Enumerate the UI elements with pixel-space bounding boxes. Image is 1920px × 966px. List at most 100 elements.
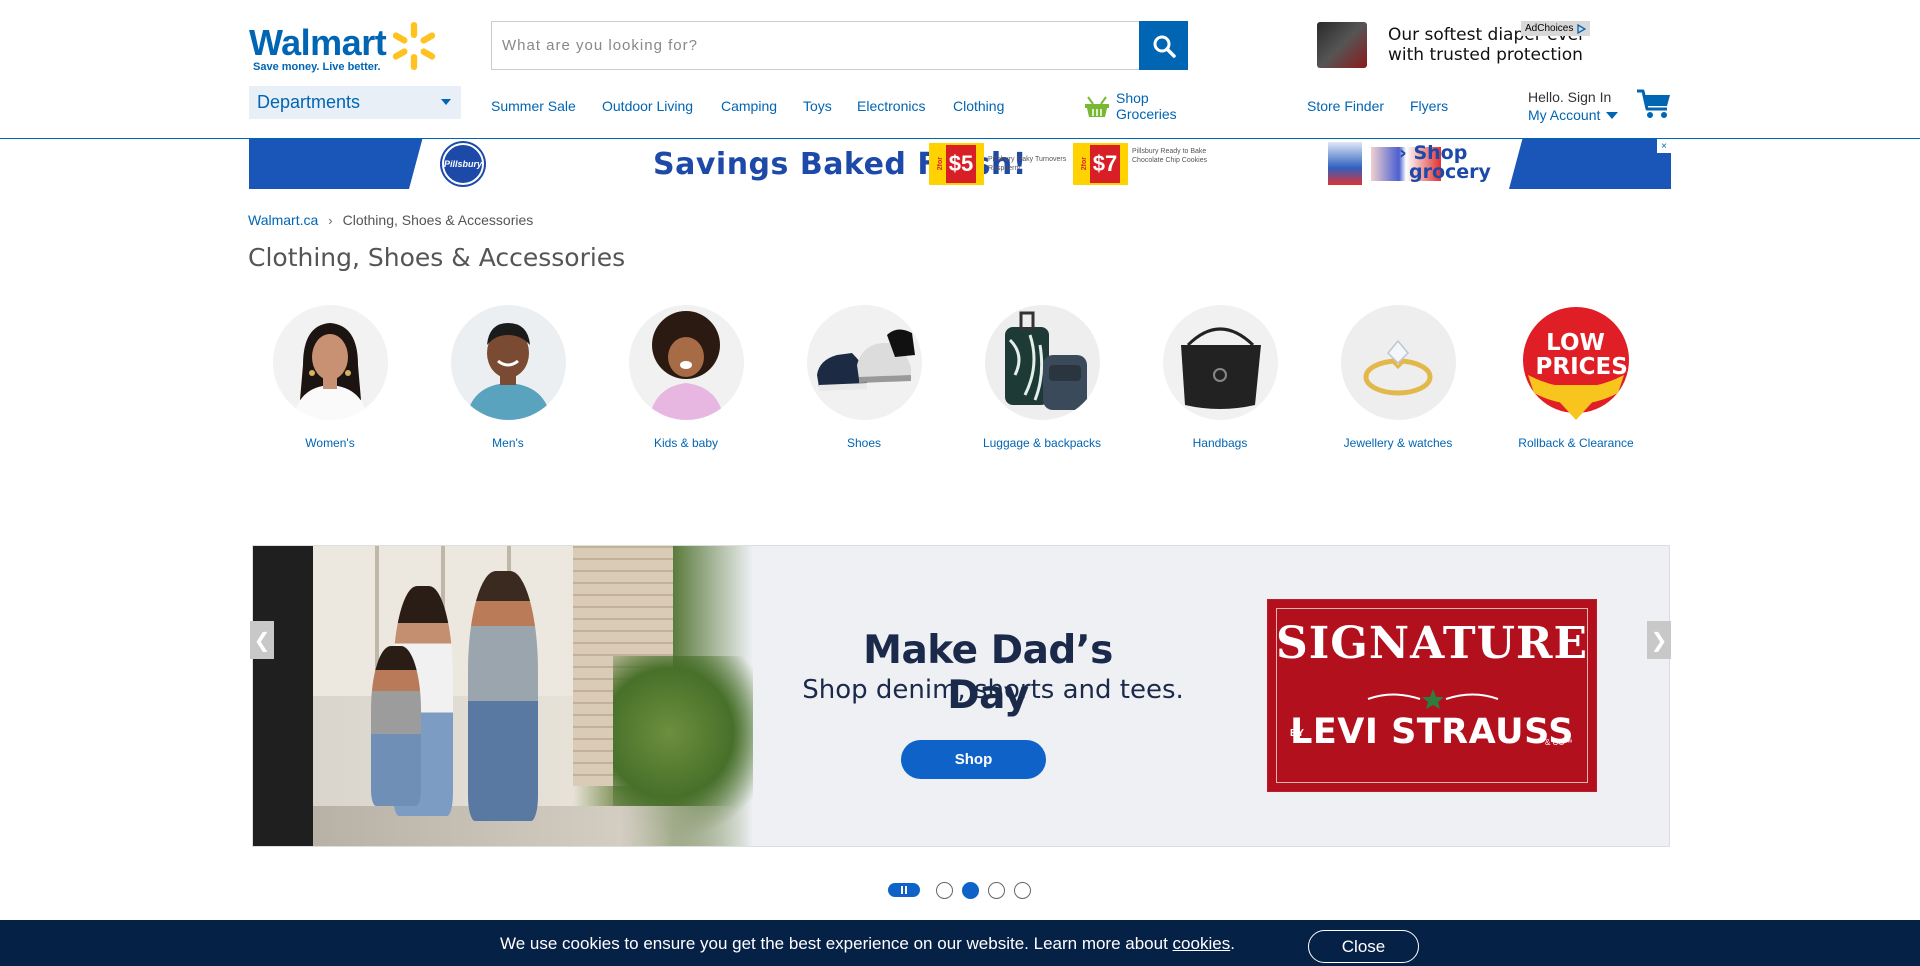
ring-category-image [1340,305,1456,420]
carousel-next-button[interactable]: ❯ [1647,621,1671,659]
breadcrumb-separator: › [328,212,333,228]
cart-icon[interactable] [1636,88,1672,120]
pause-icon [901,886,907,894]
departments-label: Departments [257,92,361,112]
carousel-prev-button[interactable]: ❮ [250,621,274,659]
walmart-logo[interactable]: Walmart Save money. Live better. [248,18,438,76]
category-label: Men's [492,436,524,450]
women-category-image [272,305,388,420]
category-label: Rollback & Clearance [1518,436,1634,450]
cookie-close-button[interactable]: Close [1308,930,1419,963]
category-mens[interactable]: Men's [418,305,598,450]
category-handbags[interactable]: Handbags [1130,305,1310,450]
page-title: Clothing, Shoes & Accessories [248,243,626,272]
category-rollback-clearance[interactable]: LOW PRICES Rollback & Clearance [1486,305,1666,450]
category-shoes[interactable]: Shoes [774,305,954,450]
cookie-banner: We use cookies to ensure you get the bes… [0,920,1920,966]
low-prices-badge: LOW PRICES [1514,305,1639,425]
breadcrumb: Walmart.ca › Clothing, Shoes & Accessori… [248,212,533,228]
snack-product-image [1328,142,1362,185]
logo-signature-text: SIGNATURE [1275,618,1589,669]
hero-shop-button[interactable]: Shop [901,740,1046,779]
logo-tagline: Save money. Live better. [253,61,381,73]
diaper-ad[interactable]: Our softest diaper ever with trusted pro… [1307,20,1600,70]
cookie-period: . [1230,934,1235,953]
category-label: Kids & baby [653,436,719,450]
nav-toys[interactable]: Toys [803,98,832,114]
category-label: Handbags [1192,436,1248,450]
groceries-line2: Groceries [1116,106,1177,122]
category-label: Jewellery & watches [1343,436,1453,450]
men-category-image [450,305,566,420]
ad-info-icon[interactable]: × [1657,139,1671,153]
account-menu[interactable]: Hello. Sign In My Account [1528,88,1619,124]
deal1-description: Pillsbury Flaky Turnovers Raspberry [988,156,1067,172]
deal2-price: $7 [1089,145,1121,183]
carousel-dot-3[interactable] [988,882,1005,899]
deal1-price: $5 [945,145,977,183]
nav-outdoor-living[interactable]: Outdoor Living [602,98,693,114]
door-image [253,546,313,846]
shoes-category-image [806,305,922,420]
category-luggage-backpacks[interactable]: Luggage & backpacks [952,305,1132,450]
caret-down-icon [1606,111,1619,119]
adchoices-badge[interactable]: AdChoices [1521,21,1591,36]
cta-line2: grocery [1409,161,1491,183]
deal1-qty: 2for [936,157,944,171]
category-jewellery-watches[interactable]: Jewellery & watches [1308,305,1488,450]
signature-levi-strauss-logo[interactable]: SIGNATURE BY LEVI STRAUSS & CO™ [1267,599,1597,792]
logo-co-text: & CO™ [1545,738,1573,747]
handbag-category-image [1162,305,1278,420]
pillsbury-logo: Pillsbury [442,143,484,185]
family-photo [253,546,753,846]
category-kids-baby[interactable]: Kids & baby [596,305,776,450]
breadcrumb-current: Clothing, Shoes & Accessories [342,212,534,228]
logo-wordmark: Walmart [249,22,387,63]
groceries-line1: Shop [1116,90,1149,106]
cookies-link[interactable]: cookies [1173,934,1231,953]
shop-grocery-cta[interactable]: › Shop grocery [1399,144,1491,182]
site-header: Walmart Save money. Live better. What ar… [0,0,1920,139]
luggage-category-image [984,305,1100,420]
carousel-dot-1[interactable] [936,882,953,899]
hero-subtitle: Shop denim, shorts and tees. [802,675,1184,705]
store-finder-link[interactable]: Store Finder [1307,98,1384,114]
low-prices-text: LOW PRICES [1535,330,1628,380]
deal2-description: Pillsbury Ready to Bake Chocolate Chip C… [1132,148,1208,164]
carousel-dot-2[interactable] [962,882,979,899]
my-account-label: My Account [1528,107,1601,123]
diaper-ad-line2: with trusted protection [1388,45,1583,65]
deal2-qty: 2for [1080,157,1088,171]
cookie-message: We use cookies to ensure you get the bes… [500,934,1235,954]
my-account-dropdown[interactable]: My Account [1528,106,1619,124]
laurel-star-icon [1367,689,1499,709]
grocery-basket-icon [1085,96,1109,117]
search-button[interactable] [1139,21,1188,70]
deal-badge-2: 2for $7 [1073,143,1128,185]
spark-icon [392,22,436,70]
nav-camping[interactable]: Camping [721,98,777,114]
carousel-dot-4[interactable] [1014,882,1031,899]
pillsbury-banner-ad[interactable]: Pillsbury Savings Baked Fresh! 2for $5 P… [249,139,1671,189]
nav-clothing[interactable]: Clothing [953,98,1004,114]
man-figure [468,571,538,821]
hero-carousel[interactable]: Make Dad’s Day Shop denim, shorts and te… [252,545,1670,847]
shop-groceries-link[interactable]: Shop Groceries [1084,90,1177,122]
category-label: Women's [305,436,355,450]
carousel-pause-button[interactable] [888,883,920,897]
category-womens[interactable]: Women's [240,305,420,450]
child-figure [371,646,421,806]
breadcrumb-home[interactable]: Walmart.ca [248,212,318,228]
kids-category-image [628,305,744,420]
sign-in-link[interactable]: Hello. Sign In [1528,88,1618,106]
adchoices-label: AdChoices [1525,23,1574,34]
flyers-link[interactable]: Flyers [1410,98,1448,114]
search-input[interactable]: What are you looking for? [491,21,1188,70]
departments-dropdown[interactable]: Departments [249,86,461,119]
nav-summer-sale[interactable]: Summer Sale [491,98,576,114]
nav-electronics[interactable]: Electronics [857,98,925,114]
category-label: Luggage & backpacks [982,436,1102,450]
caret-down-icon [441,99,451,105]
category-label: Shoes [846,436,882,450]
diaper-package-image [1317,22,1367,68]
